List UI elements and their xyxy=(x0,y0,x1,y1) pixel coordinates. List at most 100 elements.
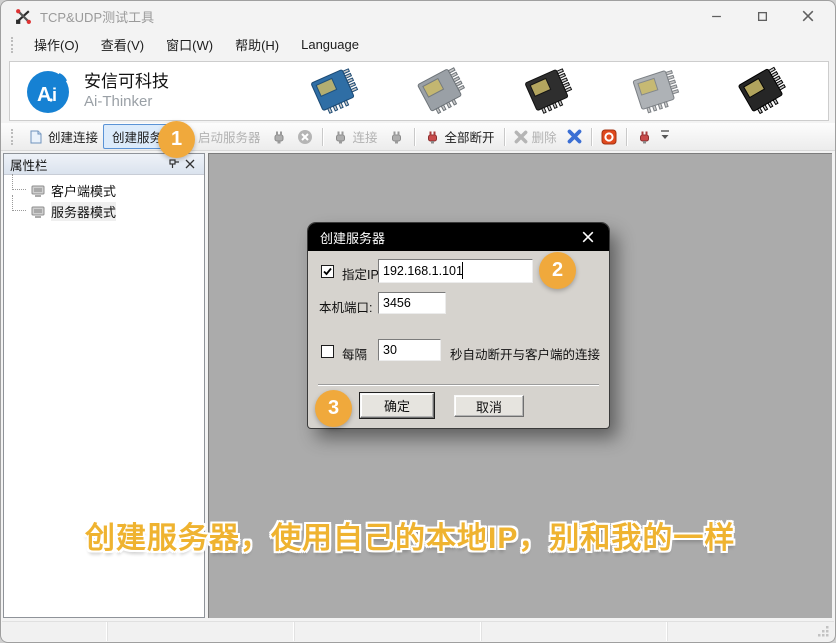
toolbar-separator xyxy=(591,128,592,146)
panel-close-button[interactable] xyxy=(182,156,198,172)
menu-operate[interactable]: 操作(O) xyxy=(23,31,90,58)
wifi-module-photo xyxy=(301,66,365,116)
stop-server-button xyxy=(266,126,292,148)
wifi-module-photo xyxy=(408,66,472,116)
status-segment xyxy=(482,622,668,641)
tree-item-label: 客户端模式 xyxy=(51,181,116,200)
menu-window[interactable]: 窗口(W) xyxy=(155,31,224,58)
dialog-close-button[interactable] xyxy=(579,228,597,246)
status-segment xyxy=(108,622,295,641)
disconnect-button xyxy=(383,126,410,148)
client-mode-icon xyxy=(30,184,46,198)
disconnect-all-label: 全部断开 xyxy=(445,127,495,146)
step-badge-2: 2 xyxy=(539,252,576,289)
wifi-module-photo xyxy=(515,66,579,116)
interval-checkbox[interactable] xyxy=(321,345,334,358)
disconnect-icon xyxy=(388,129,405,145)
brand-logo: A i 安信可科技 Ai-Thinker xyxy=(24,67,280,115)
menu-language[interactable]: Language xyxy=(290,33,370,56)
window-controls xyxy=(693,1,831,31)
close-connection-button xyxy=(292,126,318,148)
connect-label: 连接 xyxy=(353,127,378,146)
toolbar-separator xyxy=(626,128,627,146)
close-button[interactable] xyxy=(785,1,831,31)
delete-all-button[interactable] xyxy=(562,126,587,147)
dialog-title: 创建服务器 xyxy=(320,228,385,247)
toolbar-gripper xyxy=(11,129,15,145)
annotation-note: 创建服务器，使用自己的本地IP，别和我的一样 xyxy=(85,513,735,557)
svg-text:A: A xyxy=(37,84,51,106)
status-segment xyxy=(295,622,482,641)
delete-all-icon xyxy=(567,129,582,144)
delete-icon xyxy=(514,130,528,144)
brand-name: Ai-Thinker xyxy=(84,93,169,110)
toolbar-separator xyxy=(414,128,415,146)
menu-bar: 操作(O) 查看(V) 窗口(W) 帮助(H) Language xyxy=(1,31,835,58)
check-icon xyxy=(322,266,333,277)
toolbar-separator xyxy=(504,128,505,146)
connect-button: 连接 xyxy=(327,124,383,149)
module-gallery xyxy=(280,66,828,116)
interval-label: 每隔 xyxy=(342,344,367,363)
mode-tree: 客户端模式 服务器模式 xyxy=(4,175,204,222)
menu-help[interactable]: 帮助(H) xyxy=(224,31,290,58)
tree-item-server-mode[interactable]: 服务器模式 xyxy=(4,201,204,222)
cancel-button[interactable]: 取消 xyxy=(454,395,524,417)
stop-record-icon xyxy=(601,129,617,145)
delete-label: 删除 xyxy=(532,127,557,146)
tree-elbow xyxy=(12,195,26,211)
app-window: TCP&UDP测试工具 操作(O) 查看(V) 窗口(W) 帮助(H) Lang… xyxy=(0,0,836,643)
ai-thinker-logo-icon: A i xyxy=(24,67,72,115)
minimize-button[interactable] xyxy=(693,1,739,31)
wifi-module-photo xyxy=(622,66,686,116)
status-bar xyxy=(2,621,834,641)
create-connection-label: 创建连接 xyxy=(48,127,98,146)
delete-button: 删除 xyxy=(509,124,562,149)
toolbar-separator xyxy=(322,128,323,146)
port-input[interactable] xyxy=(378,292,446,314)
new-connection-icon xyxy=(28,129,44,145)
toolbar-overflow-button[interactable] xyxy=(660,129,670,144)
brand-banner: A i 安信可科技 Ai-Thinker xyxy=(9,61,829,121)
properties-panel-title: 属性栏 xyxy=(10,155,166,174)
overflow-chevron-icon xyxy=(660,129,670,141)
cancel-button-label: 取消 xyxy=(476,397,502,416)
dialog-titlebar: 创建服务器 xyxy=(308,223,609,251)
interval-input[interactable] xyxy=(378,339,441,361)
menu-gripper xyxy=(11,37,15,53)
clear-button[interactable] xyxy=(631,126,658,148)
specify-ip-label: 指定IP xyxy=(342,264,379,283)
dialog-separator xyxy=(318,384,599,386)
create-connection-button[interactable]: 创建连接 xyxy=(23,124,103,149)
interval-suffix-label: 秒自动断开与客户端的连接 xyxy=(450,344,600,363)
pin-button[interactable] xyxy=(166,156,182,172)
stop-server-icon xyxy=(271,129,287,145)
toolbar: 创建连接 创建服务器 启动服务器 连接 全部断开 xyxy=(1,123,835,151)
ok-button[interactable]: 确定 xyxy=(360,393,434,418)
server-mode-icon xyxy=(30,205,46,219)
wifi-module-photo xyxy=(729,66,793,116)
svg-text:i: i xyxy=(52,85,57,105)
local-port-label: 本机端口: xyxy=(319,297,372,316)
disconnect-all-icon xyxy=(424,129,441,145)
resize-grip[interactable] xyxy=(818,626,830,638)
specify-ip-checkbox[interactable] xyxy=(321,265,334,278)
disconnect-all-button[interactable]: 全部断开 xyxy=(419,124,500,149)
company-name: 安信可科技 xyxy=(84,72,169,92)
stop-button[interactable] xyxy=(596,126,622,148)
status-segment xyxy=(2,622,108,641)
cancel-circle-icon xyxy=(297,129,313,145)
maximize-button[interactable] xyxy=(739,1,785,31)
ok-button-label: 确定 xyxy=(384,396,410,415)
red-tool-icon xyxy=(636,129,653,145)
ip-input[interactable] xyxy=(378,259,533,283)
step-badge-3: 3 xyxy=(315,390,352,427)
status-segment xyxy=(668,622,834,641)
menu-view[interactable]: 查看(V) xyxy=(90,31,155,58)
tree-item-label: 服务器模式 xyxy=(51,202,116,221)
titlebar: TCP&UDP测试工具 xyxy=(1,1,835,31)
connect-icon xyxy=(332,129,349,145)
tree-item-client-mode[interactable]: 客户端模式 xyxy=(4,180,204,201)
step-badge-1: 1 xyxy=(158,121,195,158)
tree-elbow xyxy=(12,174,26,190)
